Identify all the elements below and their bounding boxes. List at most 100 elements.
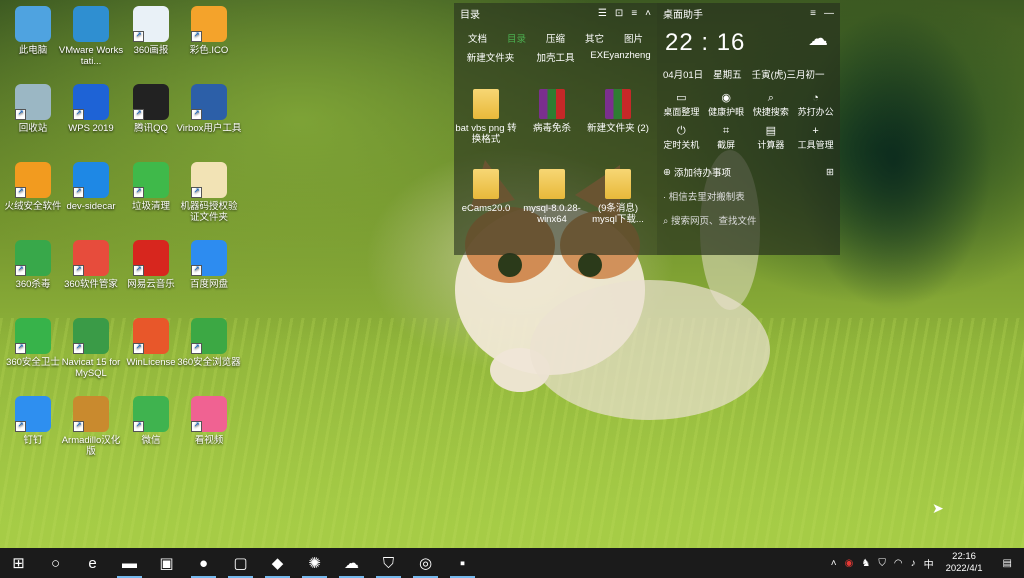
date-text: 04月01日 [663,70,704,81]
add-todo-button[interactable]: ⊕ 添加待办事项 ⊞ [657,151,840,180]
fence-file-label: bat vbs png 转换格式 [455,123,517,145]
tab-directory[interactable]: 目录 [497,31,536,48]
desktop-icon-color-ico[interactable]: ↗ 彩色.ICO [176,6,242,56]
vmware-icon [73,6,109,42]
assistant-tools: ▭ 桌面整理 ◉ 健康护眼 ⌕ 快捷搜索 ◔ 苏打办公 ⏻ 定时关机 ⌗ 截屏 ▤ 计算器 + 工具管理 [657,81,840,151]
desktop-icon-360-guard[interactable]: ↗ 360安全卫士 [0,318,66,368]
onedrive-icon[interactable]: ☁ [333,548,370,578]
tool-quick-search[interactable]: ⌕ 快捷搜索 [749,93,794,118]
security-tray-icon[interactable]: ⛉ [878,558,886,569]
desktop-icon-virbox[interactable]: ↗ Virbox用户工具 [176,84,242,134]
desktop-icon-360-browser[interactable]: ↗ 360安全浏览器 [176,318,242,368]
assistant-title: 桌面助手 [663,9,703,21]
start-button[interactable]: ⊞ [0,548,37,578]
desktop-icon-folder[interactable]: ↗ 机器码授权验证文件夹 [176,162,242,223]
assistant-search-input[interactable]: ⌕ 搜索网页、查找文件 [657,203,840,227]
desktop-icon-360-pictorial[interactable]: ↗ 360画报 [118,6,184,56]
desktop-icon-winlicense[interactable]: ↗ WinLicense [118,318,184,368]
desktop-icon-huorong[interactable]: ↗ 火绒安全软件 [0,162,66,212]
tool-calculator[interactable]: ▤ 计算器 [749,126,794,151]
desktop-icon-video[interactable]: ↗ 看视频 [176,396,242,446]
tool-eye-care[interactable]: ◉ 健康护眼 [704,93,749,118]
notification-icon[interactable]: ▤ [1003,558,1012,569]
fence-file-item[interactable]: eCams20.0 [454,169,518,214]
collapse-icon[interactable]: ˄ [645,8,651,19]
shortcut-arrow-icon: ↗ [133,421,144,432]
netease-icon[interactable]: ◎ [407,548,444,578]
fence-file-label: mysql-8.0.28-winx64 [523,203,581,225]
list-view-icon[interactable]: ☰ [598,8,607,19]
shortcut-arrow-icon: ↗ [191,31,202,42]
desktop-icon-label: 百度网盘 [189,279,228,290]
fence-file-item[interactable]: 病毒免杀 [520,89,584,134]
tab-other[interactable]: 其它 [575,31,614,48]
file-explorer-icon[interactable]: ▬ [111,548,148,578]
tool-timer-shutdown[interactable]: ⏻ 定时关机 [659,126,704,151]
tray-app-icon[interactable]: ♞ [861,558,870,569]
search-button[interactable]: ○ [37,548,74,578]
wps-icon: ↗ [73,84,109,120]
game-icon[interactable]: ✺ [296,548,333,578]
ime-indicator[interactable]: 中 [924,556,934,571]
360-icon[interactable]: ● [185,548,222,578]
record-icon[interactable]: ◉ [845,558,854,569]
search-icon: ⌕ [663,216,669,227]
menu-icon[interactable]: ≡ [631,8,637,19]
tool-desktop-organize[interactable]: ▭ 桌面整理 [659,93,704,118]
desktop-icon-wechat[interactable]: ↗ 微信 [118,396,184,446]
tool-tool-manage[interactable]: + 工具管理 [793,126,838,151]
fence-file-item[interactable]: (9条消息) mysql下载... [586,169,650,225]
fence-file-item[interactable]: 新建文件夹 (2) [586,89,650,134]
desktop-icon-computer[interactable]: 此电脑 [0,6,66,56]
minimize-icon[interactable]: — [824,8,834,19]
desktop-icon-netease-music[interactable]: ↗ 网易云音乐 [118,240,184,290]
desktop-icon-recycle-bin[interactable]: ↗ 回收站 [0,84,66,134]
desktop-icon-vmware[interactable]: VMware Workstati... [58,6,124,67]
desktop-icon-cleaner[interactable]: ↗ 垃圾清理 [118,162,184,212]
desktop-icon-label: VMware Workstati... [58,45,124,67]
tab-images[interactable]: 图片 [614,31,653,48]
todo-item[interactable]: · 相信去里对搬制表 [657,179,840,203]
computer-icon [15,6,51,42]
tab-documents[interactable]: 文档 [458,31,497,48]
fence-file-item[interactable]: mysql-8.0.28-winx64 [520,169,584,225]
desktop-icon-qq[interactable]: ↗ 腾讯QQ [118,84,184,134]
shield-icon[interactable]: ⛉ [370,548,407,578]
desktop-icon-dingtalk[interactable]: ↗ 钉钉 [0,396,66,446]
volume-icon[interactable]: ♪ [911,558,916,569]
weather-cloud-icon[interactable]: ☁ [808,26,828,51]
tool-screenshot[interactable]: ⌗ 截屏 [704,126,749,151]
taskbar-clock[interactable]: 22:16 2022/4/1 [946,551,983,575]
fence-item-packer-tools[interactable]: 加壳工具 [523,50,588,64]
desktop-icon-baidu-netdisk[interactable]: ↗ 百度网盘 [176,240,242,290]
assistant-header: 桌面助手 ≡ — [657,3,840,23]
tool-soda-office[interactable]: ◔ 苏打办公 [793,93,838,118]
network-icon[interactable]: ◠ [894,558,903,569]
store-icon[interactable]: ▣ [148,548,185,578]
directory-fence: 目录 ☰ ⊡ ≡ ˄ 文档 目录 压缩 其它 图片 新建文件夹 加壳工具 EXE… [454,3,657,255]
folder-icon [473,169,499,199]
menu-icon[interactable]: ≡ [810,8,816,19]
fence-item-new-folder[interactable]: 新建文件夹 [458,50,523,64]
netease-music-icon: ↗ [133,240,169,276]
app-icon[interactable]: ▪ [444,548,481,578]
fence-file-item[interactable]: bat vbs png 转换格式 [454,89,518,145]
desktop-icon-360-software[interactable]: ↗ 360软件管家 [58,240,124,290]
desktop-icon-navicat[interactable]: ↗ Navicat 15 for MySQL [58,318,124,379]
desktop-icon-armadillo[interactable]: ↗ Armadillo汉化版 [58,396,124,457]
vmware-icon[interactable]: ▢ [222,548,259,578]
notepad-icon[interactable]: ◆ [259,548,296,578]
grid-icon[interactable]: ⊞ [826,167,834,178]
desktop-icon-dev-sidecar[interactable]: ↗ dev-sidecar [58,162,124,212]
search-placeholder: 搜索网页、查找文件 [670,216,757,227]
edge-icon[interactable]: e [74,548,111,578]
lock-icon[interactable]: ⊡ [615,8,623,19]
tab-compressed[interactable]: 压缩 [536,31,575,48]
shortcut-arrow-icon: ↗ [15,343,26,354]
desktop-icon-label: Navicat 15 for MySQL [61,357,121,379]
fence-item-exeyanzheng[interactable]: EXEyanzheng [588,50,653,64]
desktop-icon-wps[interactable]: ↗ WPS 2019 [58,84,124,134]
desktop-icon-360-antivirus[interactable]: ↗ 360杀毒 [0,240,66,290]
taskbar-time: 22:16 [952,551,976,562]
chevron-up-icon[interactable]: ˄ [831,558,837,569]
